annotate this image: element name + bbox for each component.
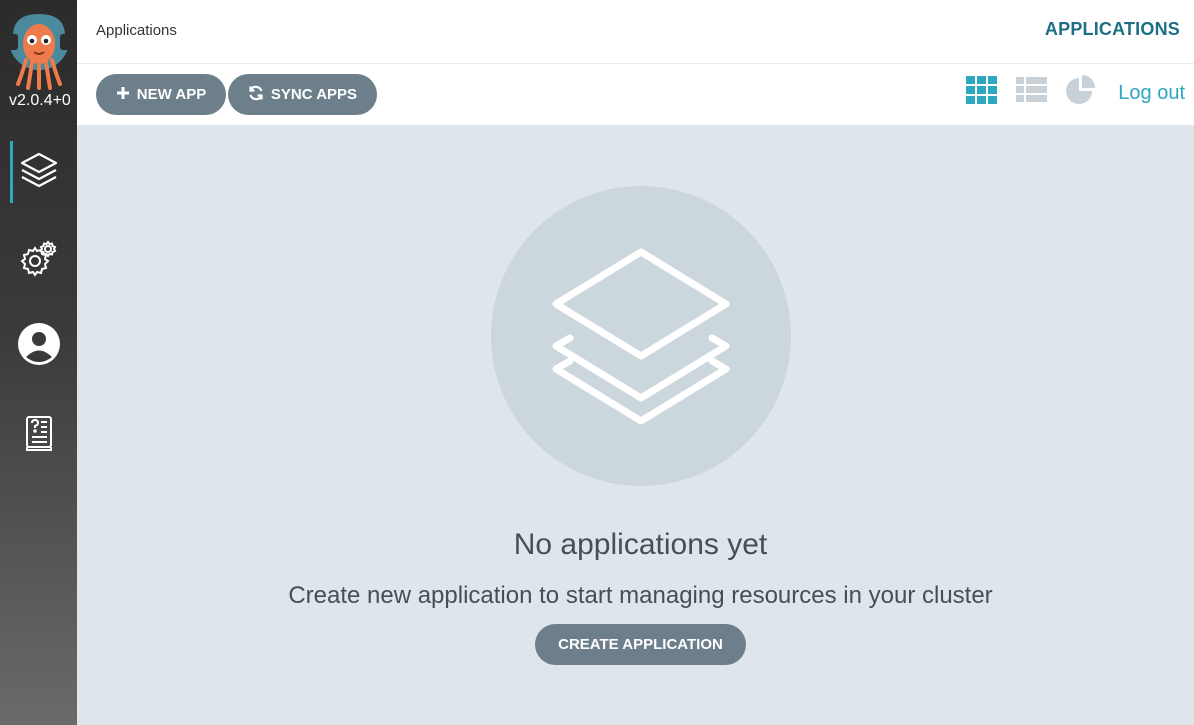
pie-chart-view-icon[interactable] — [1065, 74, 1097, 106]
sidebar-item-applications[interactable] — [0, 141, 77, 203]
sidebar-item-user-info[interactable] — [0, 315, 77, 377]
argo-logo[interactable] — [6, 8, 72, 90]
sync-apps-label: SYNC APPS — [270, 86, 358, 103]
user-circle-icon — [17, 322, 61, 371]
book-icon — [24, 415, 54, 458]
layers-icon — [546, 244, 736, 429]
empty-state-title: No applications yet — [513, 528, 768, 561]
tiles-view-icon[interactable] — [965, 74, 997, 106]
new-app-button[interactable]: NEW APP — [96, 74, 226, 115]
page-title: APPLICATIONS — [1044, 19, 1180, 39]
version-label: v2.0.4+0 — [9, 92, 71, 109]
list-view-icon[interactable] — [1015, 74, 1047, 106]
sync-apps-button[interactable]: SYNC APPS — [228, 74, 377, 115]
logout-link[interactable]: Log out — [1118, 82, 1185, 105]
breadcrumb[interactable]: Applications — [96, 22, 177, 39]
create-application-button[interactable]: CREATE APPLICATION — [535, 624, 746, 665]
top-header: Applications APPLICATIONS — [77, 0, 1194, 64]
toolbar: NEW APP SYNC APPS Log out — [77, 64, 1194, 126]
sidebar-item-settings[interactable] — [0, 229, 77, 291]
empty-state-subtitle: Create new application to start managing… — [288, 582, 993, 609]
layers-icon — [19, 150, 59, 195]
sync-icon — [248, 85, 264, 105]
sidebar: v2.0.4+0 — [0, 0, 77, 725]
sidebar-item-documentation[interactable] — [0, 405, 77, 467]
empty-state-illustration — [491, 186, 791, 486]
plus-icon — [116, 86, 130, 104]
gears-icon — [19, 239, 58, 282]
new-app-label: NEW APP — [136, 86, 207, 103]
